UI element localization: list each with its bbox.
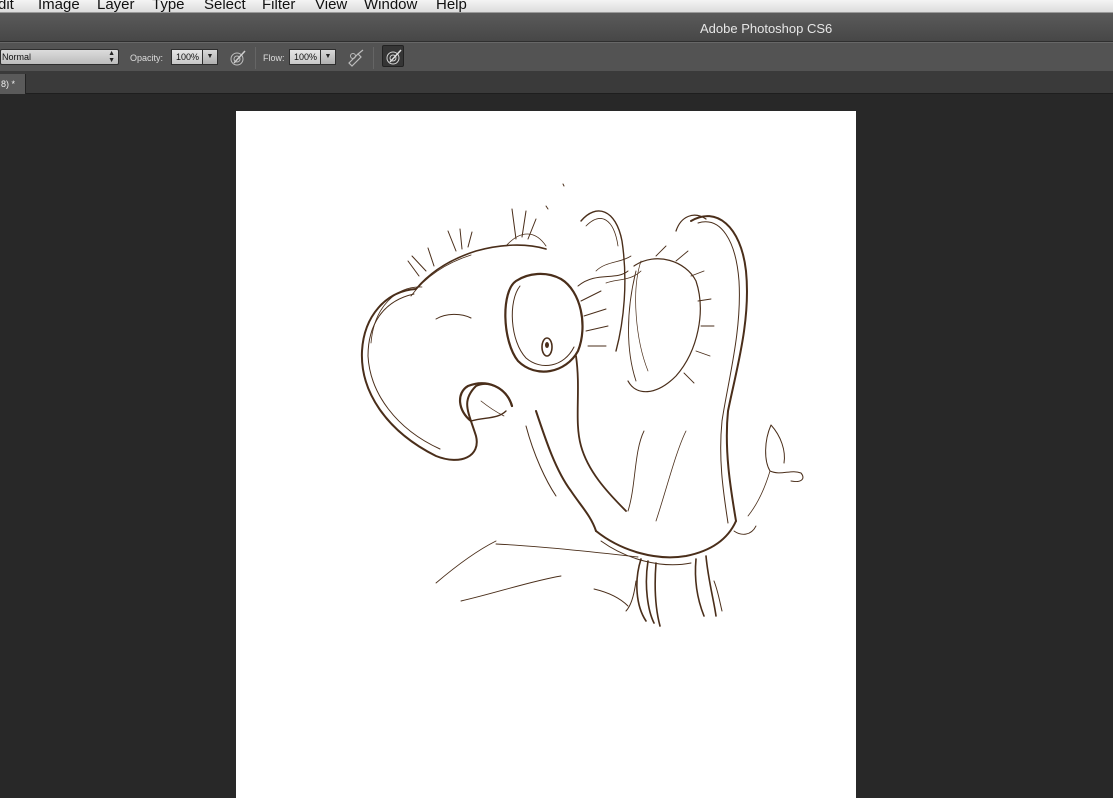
menu-select[interactable]: Select <box>204 0 246 12</box>
chevron-down-icon: ▼ <box>206 53 214 60</box>
blend-mode-value: Normal <box>2 52 32 62</box>
menu-help[interactable]: Help <box>436 0 467 12</box>
menu-image[interactable]: Image <box>38 0 80 12</box>
menu-bar: dit Image Layer Type Select Filter View … <box>0 0 1113 13</box>
flow-label: Flow: <box>263 53 285 63</box>
vulture-sketch <box>360 183 804 627</box>
pen-pressure-icon <box>386 49 402 65</box>
menu-type[interactable]: Type <box>152 0 185 12</box>
photoshop-window: dit Image Layer Type Select Filter View … <box>0 0 1113 798</box>
opacity-label: Opacity: <box>130 53 164 63</box>
airbrush-button[interactable] <box>346 48 366 68</box>
chevron-down-icon: ▼ <box>324 53 332 60</box>
airbrush-icon <box>348 49 364 67</box>
app-title: Adobe Photoshop CS6 <box>700 21 833 36</box>
opacity-field[interactable]: 100% <box>171 49 203 65</box>
document-canvas[interactable] <box>236 111 856 798</box>
document-tab-bar: 8) * <box>0 72 1113 94</box>
pen-pressure-icon <box>230 50 246 66</box>
flow-field[interactable]: 100% <box>289 49 321 65</box>
menu-window[interactable]: Window <box>364 0 417 12</box>
flow-dropdown[interactable]: ▼ <box>320 49 336 65</box>
document-tab[interactable]: 8) * <box>0 74 26 94</box>
blend-mode-select[interactable]: Normal ▲ ▼ <box>0 49 119 65</box>
menu-view[interactable]: View <box>315 0 347 12</box>
updown-arrows-icon: ▲ ▼ <box>108 50 115 64</box>
app-title-bar: Adobe Photoshop CS6 <box>0 13 1113 42</box>
menu-edit[interactable]: dit <box>0 0 14 12</box>
pen-pressure-opacity-button[interactable] <box>228 48 248 68</box>
separator <box>373 47 374 69</box>
workspace <box>0 94 1113 798</box>
menu-filter[interactable]: Filter <box>262 0 295 12</box>
pen-pressure-size-button[interactable] <box>382 45 404 67</box>
options-bar: Normal ▲ ▼ Opacity: 100% ▼ Flow: 100% ▼ <box>0 42 1113 72</box>
menu-layer[interactable]: Layer <box>97 0 135 12</box>
separator <box>255 47 256 69</box>
opacity-dropdown[interactable]: ▼ <box>202 49 218 65</box>
